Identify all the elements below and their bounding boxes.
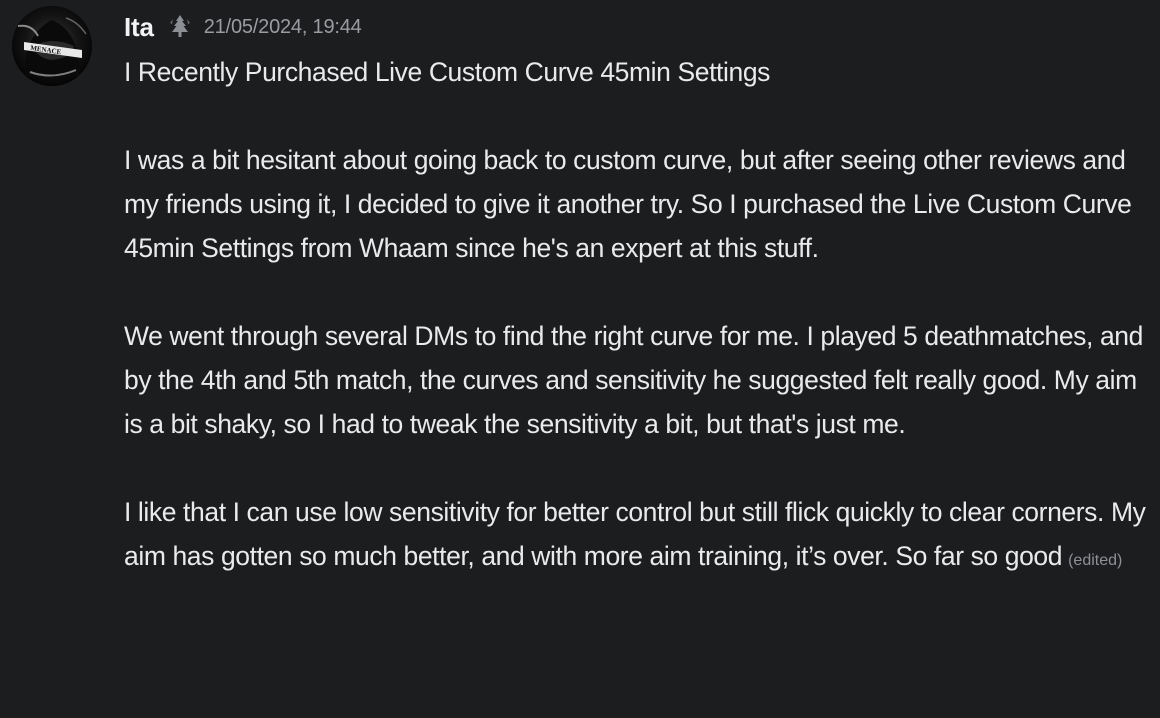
message-paragraph: I like that I can use low sensitivity fo… xyxy=(124,490,1154,583)
user-avatar[interactable]: MENACE xyxy=(12,6,92,86)
username[interactable]: Ita xyxy=(124,12,154,43)
message-header: Ita 21/05/2024, 19:44 xyxy=(124,10,362,44)
message-paragraph: I was a bit hesitant about going back to… xyxy=(124,145,1132,263)
chat-message: MENACE Ita 21/05/2024, 19:44 I Recently … xyxy=(0,0,1160,718)
edited-label: (edited) xyxy=(1068,552,1123,569)
message-paragraph: We went through several DMs to find the … xyxy=(124,321,1143,439)
message-title: I Recently Purchased Live Custom Curve 4… xyxy=(124,57,771,87)
masked-figure-avatar: MENACE xyxy=(12,6,92,86)
message-timestamp[interactable]: 21/05/2024, 19:44 xyxy=(204,16,362,39)
message-content: I Recently Purchased Live Custom Curve 4… xyxy=(124,50,1154,583)
message-paragraph-text: I like that I can use low sensitivity fo… xyxy=(124,497,1146,571)
pine-tree-icon[interactable] xyxy=(166,13,194,41)
